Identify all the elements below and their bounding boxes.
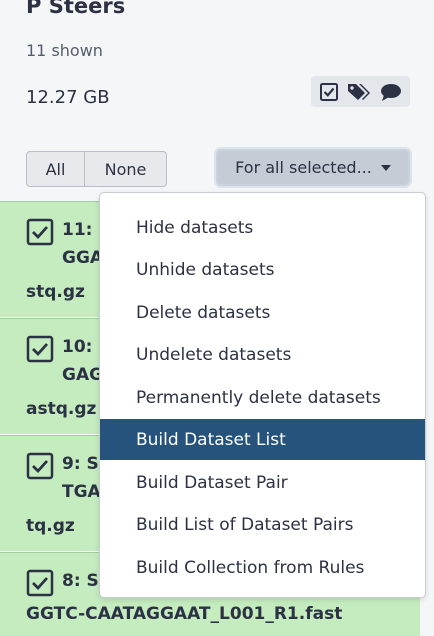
menu-item-undelete-datasets[interactable]: Undelete datasets: [100, 334, 425, 375]
tags-icon[interactable]: [347, 82, 373, 102]
menu-item-permanently-delete[interactable]: Permanently delete datasets: [100, 377, 425, 418]
shown-count: 11 shown: [26, 41, 103, 60]
checked-checkbox-icon[interactable]: [26, 218, 54, 246]
checkbox-icon[interactable]: [319, 82, 339, 102]
menu-item-build-from-rules[interactable]: Build Collection from Rules: [100, 547, 425, 588]
menu-item-build-list-of-pairs[interactable]: Build List of Dataset Pairs: [100, 504, 425, 545]
history-title[interactable]: P Steers: [26, 0, 125, 18]
for-all-selected-menu: Hide datasets Unhide datasets Delete dat…: [99, 192, 426, 598]
dataset-title-end: tq.gz: [26, 516, 75, 536]
dataset-title-end: stq.gz: [26, 282, 85, 302]
dataset-title-cont: TGA: [62, 482, 101, 502]
menu-item-hide-datasets[interactable]: Hide datasets: [100, 207, 425, 248]
comment-icon[interactable]: [380, 82, 402, 102]
for-all-selected-label: For all selected...: [235, 158, 372, 177]
select-all-none-group: All None: [26, 151, 167, 187]
dataset-title-cont: GGA: [62, 248, 104, 268]
menu-item-build-dataset-list[interactable]: Build Dataset List: [100, 419, 425, 460]
checked-checkbox-icon[interactable]: [26, 569, 54, 597]
menu-item-delete-datasets[interactable]: Delete datasets: [100, 292, 425, 333]
menu-item-build-dataset-pair[interactable]: Build Dataset Pair: [100, 462, 425, 503]
checked-checkbox-icon[interactable]: [26, 452, 54, 480]
dataset-title-end: astq.gz: [26, 399, 97, 419]
history-size: 12.27 GB: [26, 87, 110, 108]
select-none-button[interactable]: None: [85, 151, 167, 187]
menu-item-unhide-datasets[interactable]: Unhide datasets: [100, 249, 425, 290]
caret-down-icon: [380, 164, 391, 171]
dataset-title-cont: GGTC-CAATAGGAAT_L001_R1.fast: [26, 604, 343, 624]
dataset-title-cont: GAG: [62, 365, 104, 385]
for-all-selected-dropdown[interactable]: For all selected...: [216, 149, 410, 186]
checked-checkbox-icon[interactable]: [26, 335, 54, 363]
history-icon-group: [311, 76, 410, 107]
select-all-button[interactable]: All: [26, 151, 85, 187]
